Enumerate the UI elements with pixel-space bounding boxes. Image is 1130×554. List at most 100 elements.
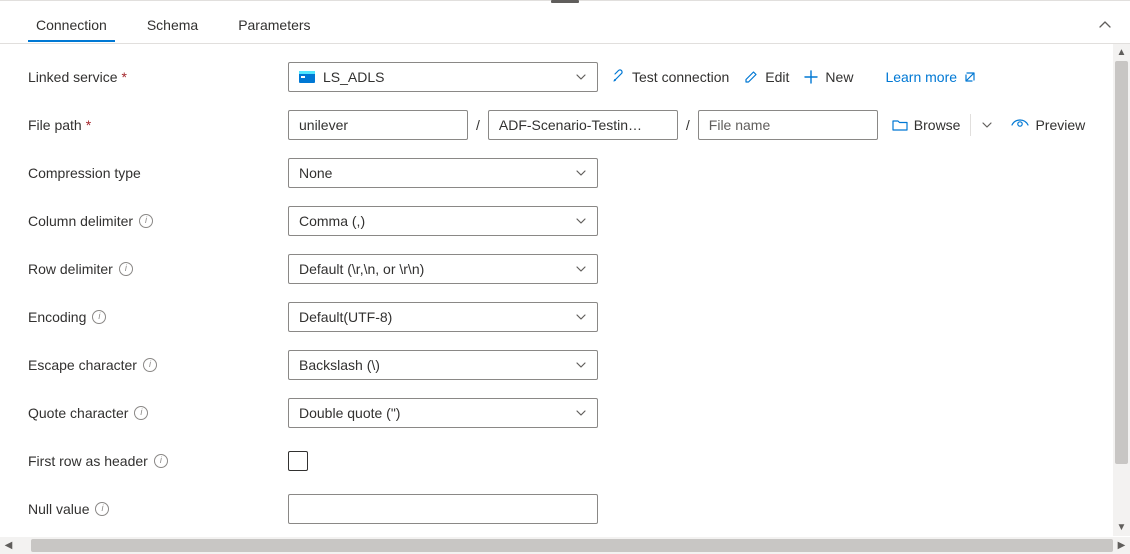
linked-service-value: LS_ADLS [323,69,384,85]
label-text: Row delimiter [28,261,113,277]
horizontal-scrollbar[interactable]: ◀ ▶ [0,537,1130,554]
chevron-down-icon [575,407,587,419]
compression-type-select[interactable]: None [288,158,598,188]
test-connection-label: Test connection [632,69,729,85]
learn-more-link[interactable]: Learn more [883,65,979,89]
controls-file-path: / / Browse [288,110,1116,140]
learn-more-label: Learn more [885,69,957,85]
row-delimiter-select[interactable]: Default (\r,\n, or \r\n) [288,254,598,284]
path-separator: / [474,117,482,133]
vertical-scroll-track[interactable] [1113,61,1130,519]
label-column-delimiter: Column delimiter i [28,213,288,229]
required-marker: * [122,69,127,85]
null-value-input[interactable] [288,494,598,524]
row-linked-service: Linked service * LS_ADLS [28,62,1116,92]
info-icon[interactable]: i [154,454,168,468]
controls-linked-service: LS_ADLS Test connection Edit [288,62,1116,92]
quote-character-value: Double quote (") [299,405,400,421]
first-row-header-checkbox[interactable] [288,451,308,471]
info-icon[interactable]: i [143,358,157,372]
row-delimiter-value: Default (\r,\n, or \r\n) [299,261,424,277]
label-text: Escape character [28,357,137,373]
row-escape-character: Escape character i Backslash (\) [28,350,1116,380]
escape-character-value: Backslash (\) [299,357,380,373]
chevron-down-icon [575,263,587,275]
collapse-panel-button[interactable] [1098,18,1112,32]
file-path-directory-input[interactable] [488,110,678,140]
label-row-delimiter: Row delimiter i [28,261,288,277]
vertical-scroll-thumb[interactable] [1115,61,1128,464]
chevron-down-icon [981,119,993,131]
info-icon[interactable]: i [95,502,109,516]
label-text: Quote character [28,405,128,421]
linked-service-select[interactable]: LS_ADLS [288,62,598,92]
label-first-row-header: First row as header i [28,453,288,469]
label-text: Linked service [28,69,118,85]
tab-connection[interactable]: Connection [28,7,115,41]
preview-icon [1011,119,1029,131]
label-compression-type: Compression type [28,165,288,181]
info-icon[interactable]: i [119,262,133,276]
browse-label: Browse [914,117,961,133]
file-path-filename-input[interactable] [698,110,878,140]
info-icon[interactable]: i [139,214,153,228]
tab-parameters[interactable]: Parameters [230,7,318,41]
scroll-right-arrow[interactable]: ▶ [1113,537,1130,554]
column-delimiter-select[interactable]: Comma (,) [288,206,598,236]
scroll-left-arrow[interactable]: ◀ [0,537,17,554]
row-null-value: Null value i [28,494,1116,524]
label-quote-character: Quote character i [28,405,288,421]
chevron-down-icon [575,215,587,227]
pencil-icon [743,69,759,85]
chevron-down-icon [575,359,587,371]
file-path-filename-field[interactable] [709,117,867,133]
test-connection-button[interactable]: Test connection [608,65,731,89]
chevron-down-icon [575,71,587,83]
browse-button[interactable]: Browse [890,113,963,137]
row-compression-type: Compression type None [28,158,1116,188]
row-column-delimiter: Column delimiter i Comma (,) [28,206,1116,236]
scroll-area: Linked service * LS_ADLS [0,44,1130,536]
label-text: Encoding [28,309,86,325]
divider [970,114,971,136]
test-connection-icon [610,69,626,85]
column-delimiter-value: Comma (,) [299,213,365,229]
label-linked-service: Linked service * [28,69,288,85]
label-text: Null value [28,501,89,517]
chevron-down-icon [575,311,587,323]
escape-character-select[interactable]: Backslash (\) [288,350,598,380]
plus-icon [803,69,819,85]
edit-button[interactable]: Edit [741,65,791,89]
horizontal-scroll-thumb[interactable] [31,539,1113,552]
label-text: Compression type [28,165,141,181]
label-text: Column delimiter [28,213,133,229]
folder-icon [892,118,908,132]
label-file-path: File path * [28,117,288,133]
scroll-up-arrow[interactable]: ▲ [1113,44,1130,61]
scroll-down-arrow[interactable]: ▼ [1113,519,1130,536]
chevron-up-icon [1098,18,1112,32]
quote-character-select[interactable]: Double quote (") [288,398,598,428]
row-row-delimiter: Row delimiter i Default (\r,\n, or \r\n) [28,254,1116,284]
file-path-container-input[interactable] [288,110,468,140]
panel-resize-grip[interactable] [551,0,579,3]
label-encoding: Encoding i [28,309,288,325]
file-path-container-field[interactable] [299,117,457,133]
path-separator: / [684,117,692,133]
preview-button[interactable]: Preview [1009,113,1087,137]
file-path-directory-field[interactable] [499,117,667,133]
tabs-bar: Connection Schema Parameters [0,4,1130,44]
label-text: File path [28,117,82,133]
browse-chevron-button[interactable] [979,115,995,135]
tab-schema[interactable]: Schema [139,7,206,41]
preview-label: Preview [1035,117,1085,133]
encoding-select[interactable]: Default(UTF-8) [288,302,598,332]
vertical-scrollbar[interactable]: ▲ ▼ [1113,44,1130,536]
null-value-field[interactable] [299,501,587,517]
info-icon[interactable]: i [92,310,106,324]
new-label: New [825,69,853,85]
new-button[interactable]: New [801,65,855,89]
horizontal-scroll-track[interactable] [17,537,1113,554]
info-icon[interactable]: i [134,406,148,420]
form-content: Linked service * LS_ADLS [0,44,1130,524]
